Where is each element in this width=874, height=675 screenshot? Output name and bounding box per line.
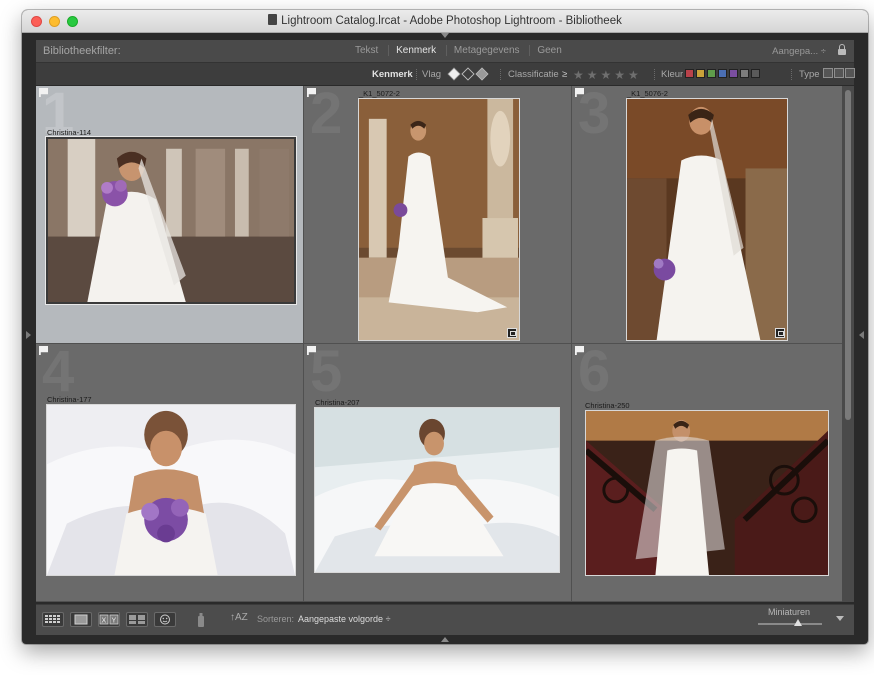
- divider: [791, 69, 793, 80]
- tab-none[interactable]: Geen: [529, 45, 569, 56]
- attribute-filter-bar: Kenmerk Vlag Classificatie ≥ ★★★★★ Kleur…: [36, 63, 855, 86]
- sort-label: Sorteren:: [257, 614, 295, 624]
- survey-view-icon: [129, 615, 145, 624]
- collapse-filmstrip-icon[interactable]: [441, 637, 449, 642]
- color-swatch-custom[interactable]: [740, 69, 749, 78]
- lock-icon[interactable]: [838, 44, 846, 55]
- cell-index-number: 3: [578, 86, 611, 146]
- divider: [416, 69, 418, 80]
- thumbnails-label: Miniaturen: [768, 607, 811, 617]
- thumbnail-size-slider-handle[interactable]: [794, 619, 802, 626]
- library-filter-bar: Bibliotheekfilter: Tekst Kenmerk Metageg…: [36, 40, 854, 63]
- photo-thumbnail[interactable]: [358, 98, 520, 341]
- people-view-button[interactable]: [154, 612, 176, 627]
- type-label: Type: [799, 69, 820, 80]
- preset-stepper-icon: ÷: [820, 46, 826, 57]
- color-swatch-purple[interactable]: [729, 69, 738, 78]
- tab-text[interactable]: Tekst: [348, 45, 385, 56]
- photo-thumbnail[interactable]: [45, 136, 297, 305]
- photo-thumbnail[interactable]: [46, 404, 296, 576]
- sort-order-select[interactable]: Aangepaste volgorde ÷: [298, 614, 391, 624]
- photo-filename: Christina-250: [585, 401, 630, 410]
- type-master-icon[interactable]: [823, 68, 833, 78]
- filter-tabs: Tekst Kenmerk Metagegevens Geen: [348, 45, 569, 56]
- bottom-toolbar: X Y ↑AZ Sorteren: Aangepaste volgorde ÷ …: [36, 604, 854, 635]
- rating-stars[interactable]: ★★★★★: [573, 68, 642, 82]
- title-bar: Lightroom Catalog.lrcat - Adobe Photosho…: [22, 10, 868, 33]
- virtual-copy-badge-icon[interactable]: [507, 328, 517, 338]
- filter-preset-value: Aangepa...: [772, 46, 819, 57]
- photo-thumbnail[interactable]: [626, 98, 788, 341]
- expand-right-panel-icon[interactable]: [859, 331, 864, 339]
- app-window: Lightroom Catalog.lrcat - Adobe Photosho…: [22, 10, 868, 644]
- flag-filter-icons[interactable]: [446, 66, 490, 82]
- grid-scrollbar[interactable]: [842, 86, 854, 602]
- rating-label: Classificatie: [508, 69, 559, 80]
- face-icon: [160, 614, 170, 625]
- tab-attribute[interactable]: Kenmerk: [388, 45, 444, 56]
- flag-label: Vlag: [422, 69, 442, 80]
- grid-cell[interactable]: 6 Christina-250: [572, 344, 842, 602]
- divider: [500, 69, 502, 80]
- filter-preset-select[interactable]: Aangepa... ÷: [772, 46, 826, 57]
- scrollbar-thumb[interactable]: [845, 90, 851, 420]
- bride-photo-image: [627, 99, 787, 340]
- bride-photo-image: [315, 408, 559, 572]
- cell-index-number: 6: [578, 344, 611, 404]
- grid-cell[interactable]: 4 Christina-177: [36, 344, 304, 602]
- sort-direction-icon[interactable]: ↑AZ: [230, 612, 248, 623]
- photo-thumbnail[interactable]: [314, 407, 560, 573]
- photo-filename: Christina-114: [47, 128, 92, 137]
- color-swatch-blue[interactable]: [718, 69, 727, 78]
- compare-view-button[interactable]: X Y: [98, 612, 120, 627]
- toolbar-menu-chevron-icon[interactable]: [836, 616, 844, 621]
- filter-label: Bibliotheekfilter:: [43, 45, 121, 57]
- grid-view-icon: [45, 615, 60, 623]
- photo-filename: Christina-177: [47, 395, 92, 404]
- loupe-view-icon: [74, 614, 88, 625]
- svg-text:X: X: [102, 618, 107, 625]
- bride-photo-image: [47, 405, 295, 575]
- photo-filename: Christina-207: [315, 398, 360, 407]
- divider: [654, 69, 656, 80]
- attribute-label: Kenmerk: [372, 69, 413, 80]
- loupe-view-button[interactable]: [70, 612, 92, 627]
- tab-metadata[interactable]: Metagegevens: [445, 45, 527, 56]
- bride-photo-image: [586, 411, 828, 575]
- photo-thumbnail[interactable]: [585, 410, 829, 576]
- cell-index-number: 2: [310, 86, 343, 146]
- bride-photo-image: [359, 99, 519, 340]
- window-title-text: Lightroom Catalog.lrcat - Adobe Photosho…: [281, 15, 622, 27]
- compare-view-icon: X Y: [99, 614, 119, 625]
- color-label: Kleur: [661, 69, 684, 80]
- virtual-copy-badge-icon[interactable]: [775, 328, 785, 338]
- rating-operator[interactable]: ≥: [562, 69, 567, 80]
- color-swatch-none[interactable]: [751, 69, 760, 78]
- collapse-top-panel-icon[interactable]: [441, 33, 449, 38]
- grid-view-button[interactable]: [42, 612, 64, 627]
- svg-text:Y: Y: [112, 618, 117, 625]
- spray-can-icon[interactable]: [196, 611, 206, 629]
- color-swatch-green[interactable]: [707, 69, 716, 78]
- grid-cell[interactable]: 1 Christina-114: [36, 86, 304, 344]
- window-title: Lightroom Catalog.lrcat - Adobe Photosho…: [22, 14, 868, 27]
- thumbnail-grid: 1 Christina-114 2 _K1_5072-2 3 _K1_5076-…: [36, 86, 842, 602]
- survey-view-button[interactable]: [126, 612, 148, 627]
- grid-cell[interactable]: 3 _K1_5076-2: [572, 86, 842, 344]
- type-video-icon[interactable]: [845, 68, 855, 78]
- thumbnail-size-slider[interactable]: [758, 623, 822, 625]
- type-virtual-copy-icon[interactable]: [834, 68, 844, 78]
- bride-photo-image: [48, 139, 294, 302]
- expand-left-panel-icon[interactable]: [26, 331, 31, 339]
- color-swatch-red[interactable]: [685, 69, 694, 78]
- photo-filename: _K1_5076-2: [627, 89, 668, 98]
- cell-index-number: 5: [310, 344, 343, 404]
- grid-cell[interactable]: 2 _K1_5072-2: [304, 86, 572, 344]
- photo-filename: _K1_5072-2: [359, 89, 400, 98]
- document-icon: [268, 14, 278, 25]
- color-swatch-yellow[interactable]: [696, 69, 705, 78]
- grid-cell[interactable]: 5 Christina-207: [304, 344, 572, 602]
